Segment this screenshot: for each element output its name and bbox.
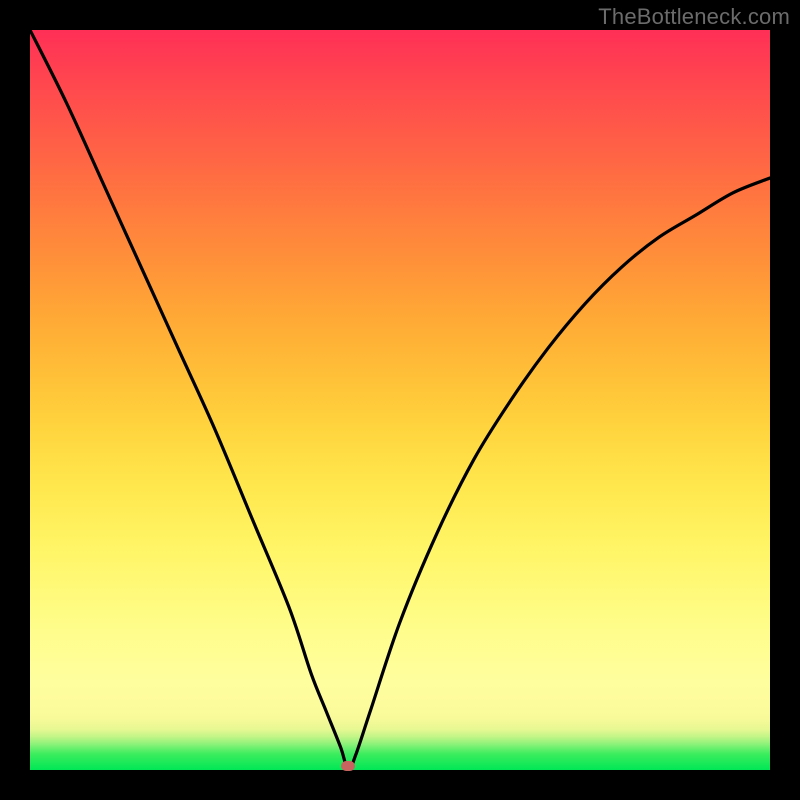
plot-area — [30, 30, 770, 770]
curve-svg — [30, 30, 770, 770]
bottleneck-curve — [30, 30, 770, 770]
chart-frame: TheBottleneck.com — [0, 0, 800, 800]
minimum-marker — [341, 761, 355, 771]
watermark-text: TheBottleneck.com — [598, 4, 790, 30]
